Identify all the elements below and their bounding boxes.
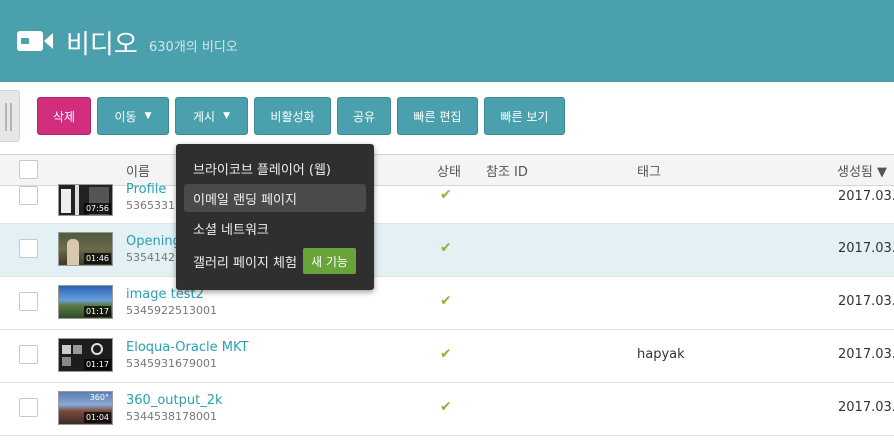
column-status[interactable]: 상태 — [437, 161, 461, 180]
video-thumbnail[interactable]: 360° 01:04 — [58, 391, 113, 425]
new-feature-badge: 새 기능 — [303, 248, 356, 274]
video-name-link[interactable]: Opening — [126, 234, 181, 249]
badge-360: 360° — [89, 393, 109, 402]
status-check-icon: ✔ — [440, 240, 452, 256]
share-button[interactable]: 공유 — [337, 97, 391, 135]
created-date: 2017.03.1 — [838, 241, 894, 256]
video-thumbnail[interactable]: 01:17 — [58, 338, 113, 372]
menu-item-email-landing-page[interactable]: 이메일 랜딩 페이지 — [184, 184, 366, 212]
select-all-checkbox[interactable] — [19, 160, 38, 179]
menu-item-brightcove-player[interactable]: 브라이코브 플레이어 (웹) — [184, 154, 366, 182]
menu-item-gallery-page[interactable]: 갤러리 페이지 체험 — [184, 247, 304, 275]
quick-view-button[interactable]: 빠른 보기 — [484, 97, 565, 135]
row-checkbox[interactable] — [19, 345, 38, 364]
video-id: 5344538178001 — [126, 410, 217, 423]
video-id: 5365331 — [126, 199, 175, 212]
quick-edit-button[interactable]: 빠른 편집 — [397, 97, 478, 135]
page-title: 비디오 — [66, 30, 138, 60]
video-id: 5345922513001 — [126, 304, 217, 317]
video-name-link[interactable]: Profile — [126, 182, 166, 197]
video-id: 5345931679001 — [126, 357, 217, 370]
row-checkbox[interactable] — [19, 239, 38, 258]
menu-item-social-network[interactable]: 소셜 네트워크 — [184, 214, 366, 242]
video-thumbnail[interactable]: 01:46 — [58, 232, 113, 266]
status-check-icon: ✔ — [440, 293, 452, 309]
created-date: 2017.03.0 — [838, 294, 894, 309]
app-header: 비디오 630개의 비디오 — [0, 0, 894, 82]
deactivate-button[interactable]: 비활성화 — [254, 97, 331, 135]
table-row[interactable]: 01:17 Eloqua-Oracle MKT 5345931679001 ✔ … — [0, 330, 894, 383]
status-check-icon: ✔ — [440, 187, 452, 203]
delete-button[interactable]: 삭제 — [37, 97, 91, 135]
row-checkbox[interactable] — [19, 398, 38, 417]
video-name-link[interactable]: 360_output_2k — [126, 393, 223, 408]
column-name[interactable]: 이름 — [126, 161, 150, 180]
table-row[interactable]: 01:17 image test2 5345922513001 ✔ 2017.0… — [0, 277, 894, 330]
tag-value[interactable]: hapyak — [637, 347, 685, 362]
video-list-page: 비디오 630개의 비디오 삭제 이동 ▼ 게시 ▼ 비활성화 공유 빠른 편집 빠… — [0, 0, 894, 440]
created-date: 2017.03.0 — [838, 400, 894, 415]
column-reference-id[interactable]: 참조 ID — [486, 161, 528, 180]
panel-toggle-handle[interactable] — [0, 90, 20, 142]
video-count: 630개의 비디오 — [149, 40, 238, 55]
publish-button[interactable]: 게시 ▼ — [175, 97, 248, 135]
action-toolbar: 삭제 이동 ▼ 게시 ▼ 비활성화 공유 빠른 편집 빠른 보기 — [0, 82, 894, 154]
move-button[interactable]: 이동 ▼ — [97, 97, 169, 135]
table-row[interactable]: 01:46 Opening 5354142 ✔ 2017.03.1 — [0, 224, 894, 277]
chevron-down-icon: ▼ — [144, 111, 152, 121]
column-created[interactable]: 생성됨 ▼ — [837, 161, 887, 180]
created-date: 2017.03.2 — [838, 189, 894, 204]
table-row[interactable]: 07:56 Profile 5365331 ✔ 2017.03.2 — [0, 182, 894, 224]
table-row[interactable]: 360° 01:04 360_output_2k 5344538178001 ✔… — [0, 383, 894, 436]
status-check-icon: ✔ — [440, 346, 452, 362]
video-id: 5354142 — [126, 251, 175, 264]
row-checkbox[interactable] — [19, 292, 38, 311]
row-checkbox[interactable] — [19, 186, 38, 205]
created-date: 2017.03.0 — [838, 347, 894, 362]
status-check-icon: ✔ — [440, 399, 452, 415]
video-thumbnail[interactable]: 01:17 — [58, 285, 113, 319]
video-thumbnail[interactable]: 07:56 — [58, 184, 113, 216]
chevron-down-icon: ▼ — [223, 111, 230, 121]
column-tags[interactable]: 태그 — [637, 161, 661, 180]
video-name-link[interactable]: Eloqua-Oracle MKT — [126, 340, 248, 355]
publish-dropdown-menu: 브라이코브 플레이어 (웹) 이메일 랜딩 페이지 소셜 네트워크 갤러리 페이… — [176, 144, 374, 290]
video-camera-icon — [17, 30, 55, 56]
